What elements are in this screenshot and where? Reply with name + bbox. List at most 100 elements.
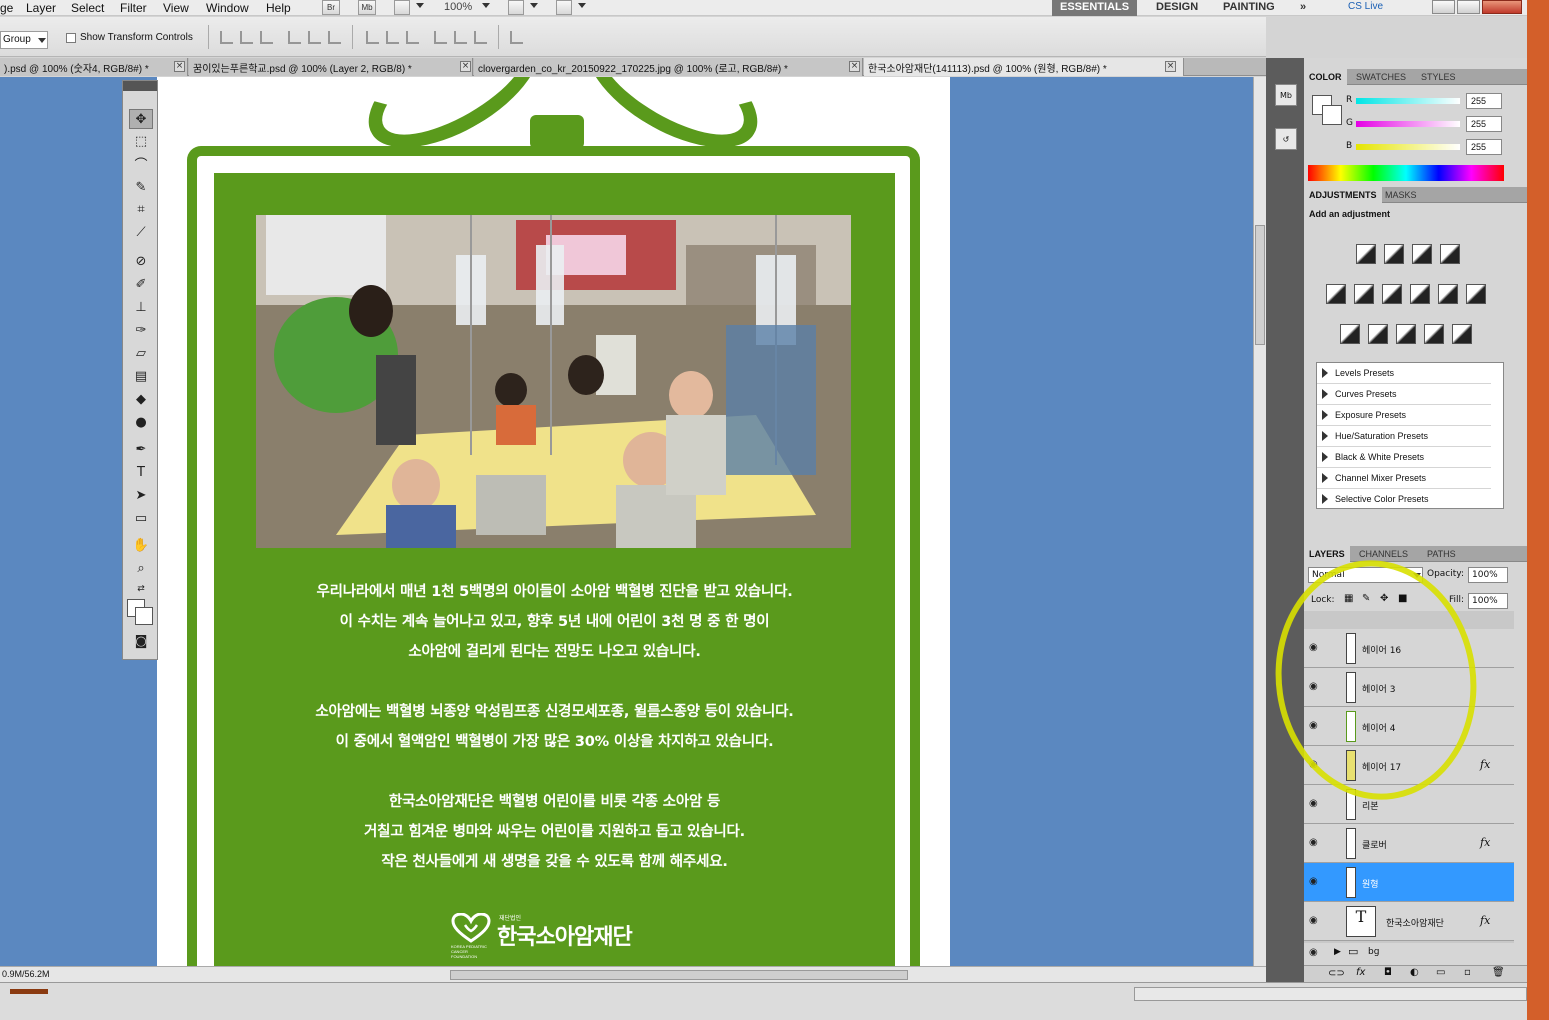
gradient-map-adjustment-icon[interactable] bbox=[1424, 324, 1444, 344]
new-layer-icon[interactable]: ▫ bbox=[1464, 967, 1471, 978]
marquee-tool-icon[interactable]: ⬚ bbox=[129, 131, 153, 151]
eye-icon[interactable]: ◉ bbox=[1309, 837, 1321, 849]
layer-name[interactable]: 클로버 bbox=[1362, 838, 1387, 851]
chevron-down-icon[interactable] bbox=[530, 3, 538, 8]
align-center-icon[interactable] bbox=[308, 31, 321, 44]
tab-paths[interactable]: PATHS bbox=[1422, 546, 1461, 562]
path-selection-tool-icon[interactable]: ➤ bbox=[129, 485, 153, 505]
curves-adjustment-icon[interactable] bbox=[1412, 244, 1432, 264]
doc-tab-1[interactable]: ).psd @ 100% (숫자4, RGB/8#) * bbox=[0, 58, 188, 76]
fx-icon[interactable]: fx bbox=[1480, 914, 1490, 927]
restore-button[interactable] bbox=[1457, 0, 1480, 14]
invert-adjustment-icon[interactable] bbox=[1340, 324, 1360, 344]
show-transform-checkbox[interactable] bbox=[66, 33, 76, 43]
color-balance-adjustment-icon[interactable] bbox=[1382, 284, 1402, 304]
preset-black-white[interactable]: Black & White Presets bbox=[1317, 447, 1491, 468]
link-layers-icon[interactable]: ⊂⊃ bbox=[1328, 968, 1345, 979]
doc-tab-2[interactable]: 꿈이있는푸른학교.psd @ 100% (Layer 2, RGB/8) * bbox=[189, 58, 473, 76]
opacity-input[interactable]: 100% bbox=[1468, 567, 1508, 583]
color-swatch-bg[interactable] bbox=[1322, 105, 1342, 125]
eye-icon[interactable]: ◉ bbox=[1309, 876, 1321, 888]
channel-mixer-adjustment-icon[interactable] bbox=[1466, 284, 1486, 304]
tab-masks[interactable]: MASKS bbox=[1380, 187, 1422, 203]
layer-group-row[interactable]: ◉ ▶ ▭ bg bbox=[1304, 943, 1514, 963]
close-icon[interactable]: × bbox=[174, 61, 185, 72]
doc-tab-active[interactable]: 한국소아암재단(141113).psd @ 100% (원형, RGB/8#) … bbox=[864, 58, 1184, 76]
exposure-adjustment-icon[interactable] bbox=[1440, 244, 1460, 264]
green-value-input[interactable]: 255 bbox=[1466, 116, 1502, 132]
black-white-adjustment-icon[interactable] bbox=[1410, 284, 1430, 304]
tab-layers[interactable]: LAYERS bbox=[1304, 546, 1350, 562]
chevron-down-icon[interactable] bbox=[416, 3, 424, 8]
crop-tool-icon[interactable]: ⌗ bbox=[129, 199, 153, 219]
green-slider[interactable] bbox=[1356, 121, 1460, 127]
swap-colors-icon[interactable]: ⇄ bbox=[129, 579, 153, 599]
red-slider[interactable] bbox=[1356, 98, 1460, 104]
distribute-bottom-icon[interactable] bbox=[406, 31, 419, 44]
brightness-adjustment-icon[interactable] bbox=[1356, 244, 1376, 264]
arrange-documents-button[interactable] bbox=[508, 0, 524, 15]
layer-row-selected[interactable]: ◉ 원형 bbox=[1304, 863, 1514, 902]
workspace-essentials[interactable]: ESSENTIALS bbox=[1052, 0, 1138, 16]
preset-levels[interactable]: Levels Presets bbox=[1317, 363, 1491, 384]
lasso-tool-icon[interactable]: ⌒ bbox=[129, 153, 153, 173]
group-name[interactable]: bg bbox=[1368, 947, 1379, 957]
close-icon[interactable]: × bbox=[460, 61, 471, 72]
workspace-design[interactable]: DESIGN bbox=[1148, 0, 1206, 16]
red-value-input[interactable]: 255 bbox=[1466, 93, 1502, 109]
minimize-button[interactable] bbox=[1432, 0, 1455, 14]
add-style-icon[interactable]: fx bbox=[1356, 967, 1365, 978]
layer-name[interactable]: 리본 bbox=[1362, 799, 1379, 812]
horizontal-scroll-thumb[interactable] bbox=[450, 970, 908, 980]
tab-adjustments[interactable]: ADJUSTMENTS bbox=[1304, 187, 1382, 203]
fx-icon[interactable]: fx bbox=[1480, 836, 1490, 849]
view-extras-button[interactable] bbox=[394, 0, 410, 15]
workspace-painting[interactable]: PAINTING bbox=[1215, 0, 1283, 16]
document-canvas[interactable]: 우리나라에서 매년 1천 5백명의 아이들이 소아암 백혈병 진단을 받고 있습… bbox=[157, 77, 950, 966]
stamp-tool-icon[interactable]: ⊥ bbox=[129, 297, 153, 317]
preset-curves[interactable]: Curves Presets bbox=[1317, 384, 1491, 405]
menu-layer[interactable]: Layer bbox=[26, 1, 56, 15]
move-tool-icon[interactable]: ✥ bbox=[129, 109, 153, 129]
auto-align-icon[interactable] bbox=[510, 31, 523, 44]
align-left-icon[interactable] bbox=[288, 31, 301, 44]
eye-icon[interactable]: ◉ bbox=[1309, 915, 1321, 927]
menu-help[interactable]: Help bbox=[266, 1, 291, 15]
vertical-scrollbar[interactable] bbox=[1253, 77, 1266, 966]
distribute-right-icon[interactable] bbox=[474, 31, 487, 44]
align-right-icon[interactable] bbox=[328, 31, 341, 44]
distribute-left-icon[interactable] bbox=[434, 31, 447, 44]
adjustment-layer-icon[interactable]: ◐ bbox=[1410, 967, 1419, 978]
fx-icon[interactable]: fx bbox=[1480, 758, 1490, 771]
healing-brush-tool-icon[interactable]: ⊘ bbox=[129, 251, 153, 271]
cs-live-button[interactable]: CS Live bbox=[1340, 0, 1391, 16]
layer-row[interactable]: ◉ T 한국소아암재단 fx bbox=[1304, 902, 1514, 941]
align-bottom-icon[interactable] bbox=[260, 31, 273, 44]
add-mask-icon[interactable]: ◘ bbox=[1384, 967, 1392, 978]
color-spectrum-ramp[interactable] bbox=[1308, 165, 1504, 181]
shape-tool-icon[interactable]: ▭ bbox=[129, 508, 153, 528]
gradient-tool-icon[interactable]: ▤ bbox=[129, 366, 153, 386]
threshold-adjustment-icon[interactable] bbox=[1396, 324, 1416, 344]
preset-selective-color[interactable]: Selective Color Presets bbox=[1317, 489, 1491, 510]
preset-channel-mixer[interactable]: Channel Mixer Presets bbox=[1317, 468, 1491, 489]
distribute-top-icon[interactable] bbox=[366, 31, 379, 44]
adjustment-presets-list[interactable]: Levels Presets Curves Presets Exposure P… bbox=[1316, 362, 1504, 510]
horizontal-scrollbar[interactable]: 0.9M/56.2M bbox=[0, 966, 1266, 982]
tab-color[interactable]: COLOR bbox=[1304, 69, 1347, 85]
blur-tool-icon[interactable]: ◆ bbox=[129, 389, 153, 409]
screen-mode-button[interactable] bbox=[556, 0, 572, 15]
chevron-down-icon[interactable] bbox=[578, 3, 586, 8]
posterize-adjustment-icon[interactable] bbox=[1368, 324, 1388, 344]
doc-tab-3[interactable]: clovergarden_co_kr_20150922_170225.jpg @… bbox=[474, 58, 863, 76]
fill-input[interactable]: 100% bbox=[1468, 593, 1508, 609]
vertical-scroll-thumb[interactable] bbox=[1255, 225, 1265, 345]
close-button[interactable] bbox=[1482, 0, 1522, 14]
layer-row[interactable]: ◉ 클로버 fx bbox=[1304, 824, 1514, 863]
expand-icon[interactable]: ▶ bbox=[1334, 947, 1341, 957]
vibrance-adjustment-icon[interactable] bbox=[1326, 284, 1346, 304]
blue-value-input[interactable]: 255 bbox=[1466, 139, 1502, 155]
dodge-tool-icon[interactable]: ● bbox=[129, 412, 153, 432]
close-icon[interactable]: × bbox=[849, 61, 860, 72]
menu-window[interactable]: Window bbox=[206, 1, 249, 15]
